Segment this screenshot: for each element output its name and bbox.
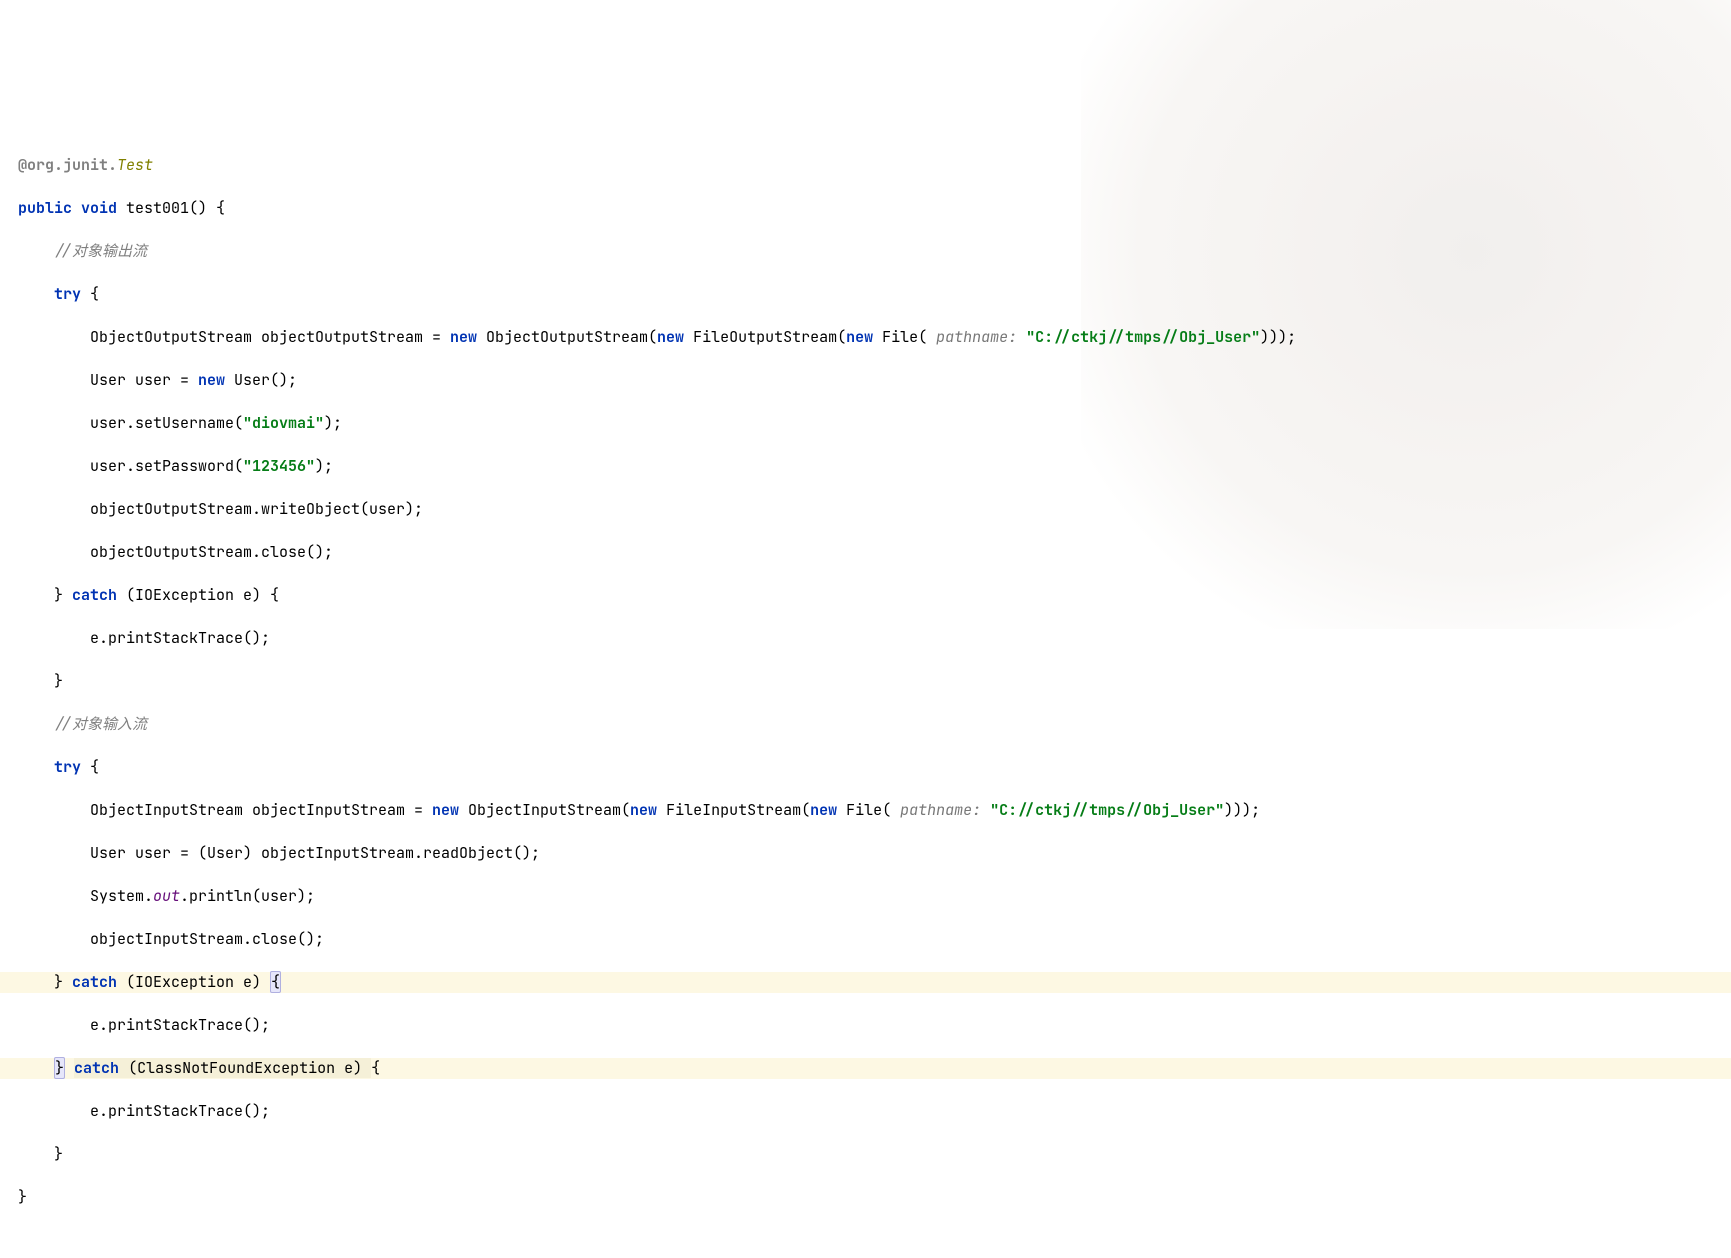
code-text: } xyxy=(18,972,72,992)
code-text: System. xyxy=(18,886,153,906)
code-line: } xyxy=(0,671,1731,693)
code-line: } catch (IOException e) { xyxy=(0,585,1731,607)
code-text: objectInputStream.close(); xyxy=(18,929,324,949)
string-literal: "123456" xyxy=(243,456,315,476)
param-hint: pathname: xyxy=(891,800,990,820)
code-text: ObjectInputStream( xyxy=(459,800,630,820)
code-line-highlighted: } catch (ClassNotFoundException e) { xyxy=(0,1058,1731,1080)
keyword-new: new xyxy=(198,370,225,390)
code-text: ))); xyxy=(1224,800,1260,820)
code-text: ); xyxy=(315,456,333,476)
code-line: objectInputStream.close(); xyxy=(0,929,1731,951)
code-line: try { xyxy=(0,757,1731,779)
code-text: } xyxy=(18,671,63,691)
code-line: objectOutputStream.writeObject(user); xyxy=(0,499,1731,521)
code-text: User(); xyxy=(225,370,297,390)
bracket-match: } xyxy=(54,1057,65,1079)
static-field: out xyxy=(153,886,180,906)
code-text: User user = xyxy=(18,370,198,390)
code-text: FileOutputStream( xyxy=(684,327,846,347)
code-line: User user = (User) objectInputStream.rea… xyxy=(0,843,1731,865)
code-line: //对象输入流 xyxy=(0,714,1731,736)
code-line: ObjectInputStream objectInputStream = ne… xyxy=(0,800,1731,822)
code-text: .println(user); xyxy=(180,886,315,906)
keyword-new: new xyxy=(810,800,837,820)
brace: { xyxy=(81,284,99,304)
code-text: ))); xyxy=(1260,327,1296,347)
code-line: ObjectOutputStream objectOutputStream = … xyxy=(0,327,1731,349)
keyword-new: new xyxy=(630,800,657,820)
keyword-catch: catch xyxy=(74,1058,119,1078)
code-editor[interactable]: @org.junit.Test public void test001() { … xyxy=(0,133,1731,1230)
code-text: (ClassNotFoundException e) xyxy=(119,1058,371,1078)
code-text: user.setPassword( xyxy=(18,456,243,476)
keyword-new: new xyxy=(846,327,873,347)
string-literal: "C://ctkj//tmps//Obj_User" xyxy=(990,800,1224,820)
code-text: user.setUsername( xyxy=(18,413,243,433)
code-text: } xyxy=(18,585,72,605)
brace: { xyxy=(81,757,99,777)
bracket-match: { xyxy=(270,971,281,993)
annotation-pkg: org.junit. xyxy=(27,155,117,175)
code-text: objectOutputStream.close(); xyxy=(18,542,333,562)
string-literal: "C://ctkj//tmps//Obj_User" xyxy=(1026,327,1260,347)
code-text: { xyxy=(371,1058,380,1078)
code-text: FileInputStream( xyxy=(657,800,810,820)
param-hint: pathname: xyxy=(927,327,1026,347)
code-line: user.setUsername("diovmai"); xyxy=(0,413,1731,435)
method-signature: test001() { xyxy=(117,198,225,218)
comment: //对象输入流 xyxy=(18,714,147,734)
code-line: @org.junit.Test xyxy=(0,155,1731,177)
code-text: (IOException e) { xyxy=(117,585,279,605)
code-text: e.printStackTrace(); xyxy=(18,1101,270,1121)
code-line: try { xyxy=(0,284,1731,306)
code-text: e.printStackTrace(); xyxy=(18,628,270,648)
code-text: ); xyxy=(324,413,342,433)
code-text: } xyxy=(18,1187,27,1207)
code-line: e.printStackTrace(); xyxy=(0,628,1731,650)
code-line: e.printStackTrace(); xyxy=(0,1015,1731,1037)
code-text xyxy=(18,1058,54,1078)
keyword-try: try xyxy=(18,284,81,304)
string-literal: "diovmai" xyxy=(243,413,324,433)
code-line-highlighted: } catch (IOException e) { xyxy=(0,972,1731,994)
keyword-try: try xyxy=(18,757,81,777)
code-text: objectOutputStream.writeObject(user); xyxy=(18,499,423,519)
code-text xyxy=(65,1058,74,1078)
code-line: e.printStackTrace(); xyxy=(0,1101,1731,1123)
code-line: user.setPassword("123456"); xyxy=(0,456,1731,478)
code-text: File( xyxy=(837,800,891,820)
keyword-new: new xyxy=(450,327,477,347)
keyword-new: new xyxy=(657,327,684,347)
keyword-void: void xyxy=(81,198,117,218)
code-text: User user = (User) objectInputStream.rea… xyxy=(18,843,540,863)
code-line: System.out.println(user); xyxy=(0,886,1731,908)
keyword-public: public xyxy=(18,198,72,218)
code-line: } xyxy=(0,1144,1731,1166)
code-text: ObjectOutputStream( xyxy=(477,327,657,347)
code-line: objectOutputStream.close(); xyxy=(0,542,1731,564)
keyword-new: new xyxy=(432,800,459,820)
code-text: File( xyxy=(873,327,927,347)
annotation-class: Test xyxy=(117,155,153,175)
code-line: public void test001() { xyxy=(0,198,1731,220)
annotation-at: @ xyxy=(18,155,27,175)
code-text: ObjectInputStream objectInputStream = xyxy=(18,800,432,820)
code-text: } xyxy=(18,1144,63,1164)
comment: //对象输出流 xyxy=(18,241,147,261)
keyword-catch: catch xyxy=(72,585,117,605)
keyword-catch: catch xyxy=(72,972,117,992)
code-line: } xyxy=(0,1187,1731,1209)
code-text: (IOException e) xyxy=(117,972,270,992)
code-text: ObjectOutputStream objectOutputStream = xyxy=(18,327,450,347)
code-line: User user = new User(); xyxy=(0,370,1731,392)
code-line: //对象输出流 xyxy=(0,241,1731,263)
code-text: e.printStackTrace(); xyxy=(18,1015,270,1035)
